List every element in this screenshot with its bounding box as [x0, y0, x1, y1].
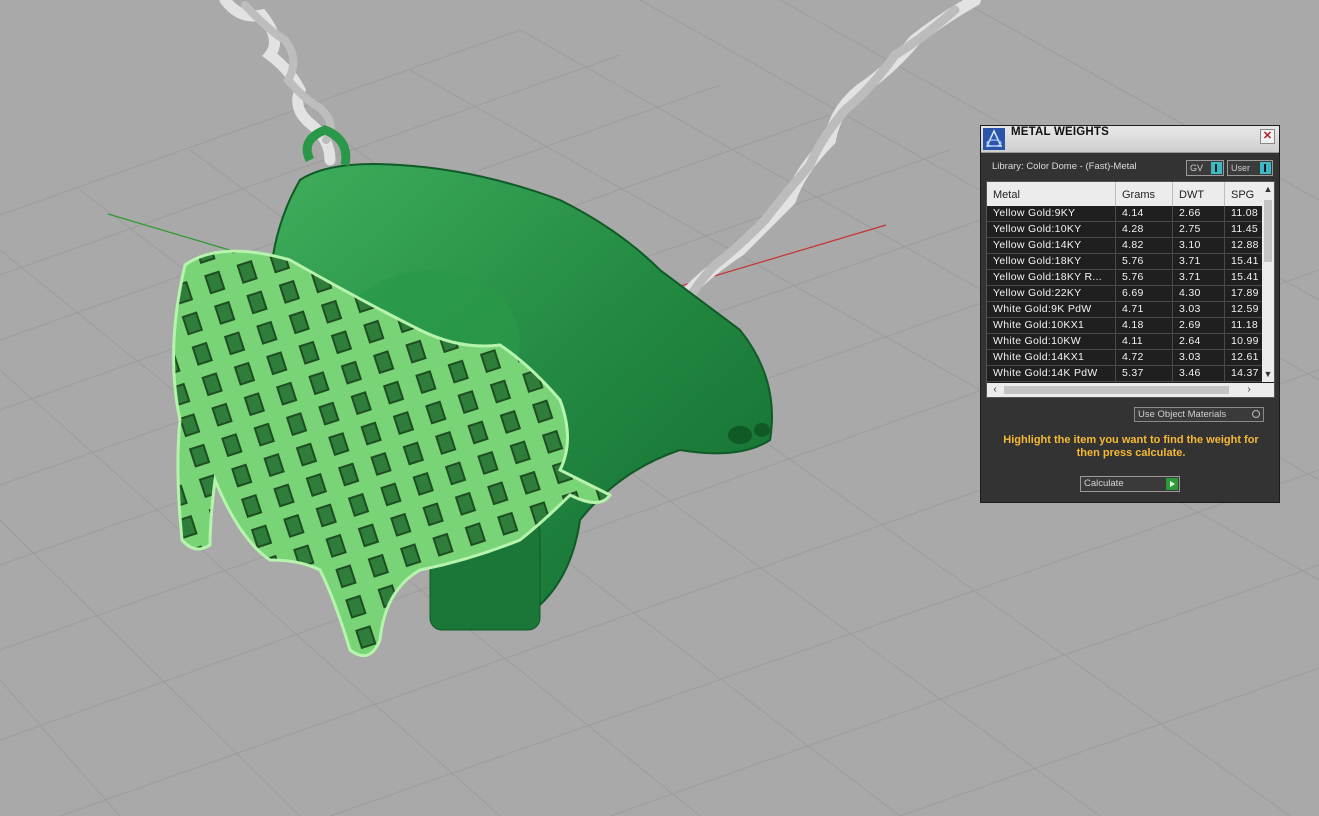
- scroll-up-icon[interactable]: ▲: [1262, 183, 1274, 195]
- metal-cell: Yellow Gold:22KY: [987, 286, 1116, 301]
- table-body: Yellow Gold:9KY 4.14 2.66 11.08 Yellow Gold:…: [987, 206, 1265, 382]
- metal-cell: White Gold:14K PdW: [987, 366, 1116, 381]
- spg-cell: 10.99: [1225, 334, 1265, 349]
- dwt-cell: 3.46: [1173, 366, 1225, 381]
- metal-cell: White Gold:10KX1: [987, 318, 1116, 333]
- grams-cell: 4.71: [1116, 302, 1173, 317]
- grams-cell: 4.72: [1116, 350, 1173, 365]
- dwt-cell: 3.03: [1173, 350, 1225, 365]
- instruction-text: Highlight the item you want to find the …: [1003, 434, 1259, 459]
- scroll-left-icon[interactable]: ‹: [989, 383, 1001, 397]
- grams-cell: 4.11: [1116, 334, 1173, 349]
- table-row[interactable]: White Gold:14KX1 4.72 3.03 12.61: [987, 350, 1265, 366]
- metal-cell: Yellow Gold:14KY: [987, 238, 1116, 253]
- metal-cell: White Gold:10KW: [987, 334, 1116, 349]
- table-row[interactable]: White Gold:10KX1 4.18 2.69 11.18: [987, 318, 1265, 334]
- dwt-cell: 2.69: [1173, 318, 1225, 333]
- grams-cell: 4.82: [1116, 238, 1173, 253]
- user-label: User: [1231, 163, 1251, 173]
- column-header-spg[interactable]: SPG: [1225, 182, 1265, 206]
- spg-cell: 12.61: [1225, 350, 1265, 365]
- grams-cell: 5.76: [1116, 254, 1173, 269]
- grams-cell: 4.28: [1116, 222, 1173, 237]
- horizontal-scroll-thumb[interactable]: [1004, 386, 1229, 394]
- close-icon[interactable]: ✕: [1260, 129, 1275, 144]
- horizontal-scrollbar[interactable]: ‹ ›: [987, 383, 1274, 397]
- column-header-grams[interactable]: Grams: [1116, 182, 1173, 206]
- table-row[interactable]: Yellow Gold:18KY R... 5.76 3.71 15.41: [987, 270, 1265, 286]
- dwt-cell: 3.71: [1173, 270, 1225, 285]
- calculate-label: Calculate: [1084, 478, 1124, 489]
- metal-weights-panel: METAL WEIGHTS ✕ Library: Color Dome - (F…: [980, 125, 1280, 503]
- radio-icon[interactable]: [1252, 410, 1260, 418]
- table-row[interactable]: Yellow Gold:22KY 6.69 4.30 17.89: [987, 286, 1265, 302]
- scroll-right-icon[interactable]: ›: [1243, 383, 1255, 397]
- spg-cell: 12.88: [1225, 238, 1265, 253]
- table-row[interactable]: Yellow Gold:10KY 4.28 2.75 11.45: [987, 222, 1265, 238]
- metal-cell: Yellow Gold:18KY R...: [987, 270, 1116, 285]
- play-icon[interactable]: [1166, 478, 1178, 490]
- spg-cell: 12.59: [1225, 302, 1265, 317]
- metal-cell: Yellow Gold:10KY: [987, 222, 1116, 237]
- chain-right: [659, 0, 981, 351]
- dwt-cell: 2.75: [1173, 222, 1225, 237]
- gv-label: GV: [1190, 163, 1204, 173]
- table-row[interactable]: White Gold:14K PdW 5.37 3.46 14.37: [987, 366, 1265, 382]
- metal-cell: Yellow Gold:9KY: [987, 206, 1116, 221]
- use-object-materials-toggle[interactable]: Use Object Materials: [1134, 407, 1264, 422]
- dwt-cell: 3.71: [1173, 254, 1225, 269]
- grams-cell: 5.37: [1116, 366, 1173, 381]
- spg-cell: 14.37: [1225, 366, 1265, 381]
- metal-cell: Yellow Gold:18KY: [987, 254, 1116, 269]
- dwt-cell: 2.64: [1173, 334, 1225, 349]
- grams-cell: 6.69: [1116, 286, 1173, 301]
- table-header: Metal Grams DWT SPG: [987, 182, 1265, 206]
- metal-table[interactable]: Metal Grams DWT SPG Yellow Gold:9KY 4.14 2…: [986, 181, 1275, 398]
- gv-dropdown[interactable]: GV: [1186, 160, 1224, 176]
- column-header-dwt[interactable]: DWT: [1173, 182, 1225, 206]
- user-dropdown[interactable]: User: [1227, 160, 1273, 176]
- gv-toggle-icon[interactable]: [1211, 162, 1222, 174]
- spg-cell: 11.18: [1225, 318, 1265, 333]
- vertical-scrollbar[interactable]: ▲ ▼: [1262, 182, 1274, 382]
- vertical-scroll-thumb[interactable]: [1264, 200, 1272, 262]
- metal-cell: White Gold:14KX1: [987, 350, 1116, 365]
- scroll-down-icon[interactable]: ▼: [1262, 368, 1274, 380]
- panel-titlebar[interactable]: METAL WEIGHTS ✕: [981, 126, 1279, 153]
- user-toggle-icon[interactable]: [1260, 162, 1271, 174]
- panel-title: METAL WEIGHTS: [1011, 126, 1110, 138]
- spg-cell: 15.41: [1225, 270, 1265, 285]
- spg-cell: 11.08: [1225, 206, 1265, 221]
- spg-cell: 17.89: [1225, 286, 1265, 301]
- dwt-cell: 3.03: [1173, 302, 1225, 317]
- table-row[interactable]: White Gold:9K PdW 4.71 3.03 12.59: [987, 302, 1265, 318]
- table-row[interactable]: Yellow Gold:14KY 4.82 3.10 12.88: [987, 238, 1265, 254]
- dwt-cell: 2.66: [1173, 206, 1225, 221]
- use-object-materials-label: Use Object Materials: [1138, 409, 1227, 420]
- spg-cell: 15.41: [1225, 254, 1265, 269]
- grams-cell: 4.14: [1116, 206, 1173, 221]
- spg-cell: 11.45: [1225, 222, 1265, 237]
- grams-cell: 5.76: [1116, 270, 1173, 285]
- dwt-cell: 4.30: [1173, 286, 1225, 301]
- table-row[interactable]: Yellow Gold:18KY 5.76 3.71 15.41: [987, 254, 1265, 270]
- library-label: Library: Color Dome - (Fast)-Metal: [992, 161, 1137, 172]
- table-row[interactable]: White Gold:10KW 4.11 2.64 10.99: [987, 334, 1265, 350]
- calculate-button[interactable]: Calculate: [1080, 476, 1180, 492]
- grams-cell: 4.18: [1116, 318, 1173, 333]
- table-row[interactable]: Yellow Gold:9KY 4.14 2.66 11.08: [987, 206, 1265, 222]
- dwt-cell: 3.10: [1173, 238, 1225, 253]
- column-header-metal[interactable]: Metal: [987, 182, 1116, 206]
- metal-cell: White Gold:9K PdW: [987, 302, 1116, 317]
- gem-logo-icon: [983, 128, 1005, 150]
